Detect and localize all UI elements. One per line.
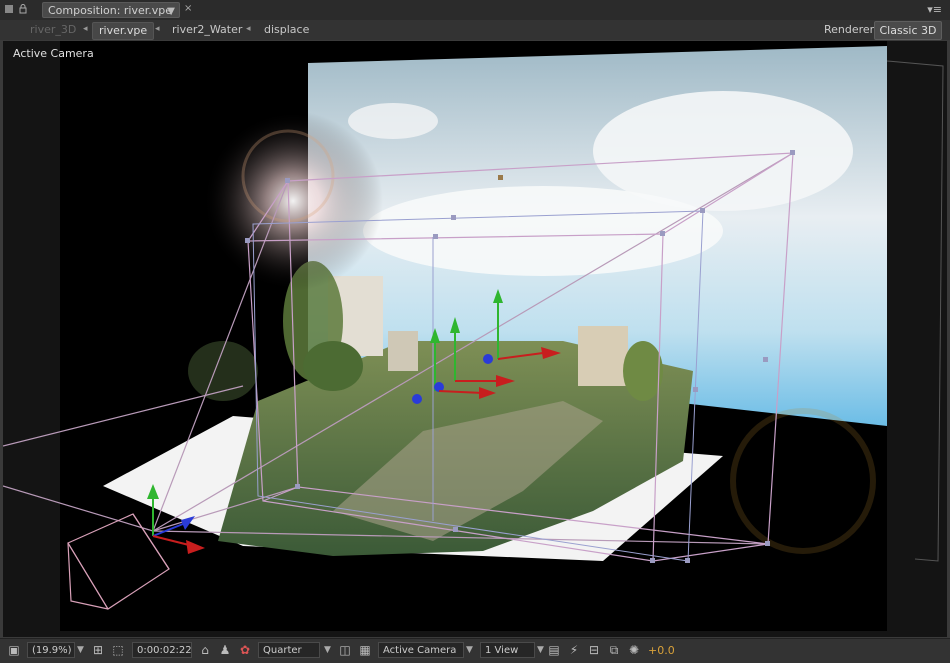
panel-grip-icon[interactable] xyxy=(4,4,14,14)
always-preview-icon[interactable]: ▣ xyxy=(6,642,22,658)
fast-previews-icon[interactable]: ⚡ xyxy=(566,642,582,658)
breadcrumb-item-river-vpe[interactable]: river.vpe xyxy=(92,22,155,40)
transparency-grid-icon[interactable]: ▦ xyxy=(357,642,373,658)
reset-exposure-icon[interactable]: ✺ xyxy=(626,642,642,658)
breadcrumb-arrow-icon: ◂ xyxy=(246,24,251,34)
tab-label: Composition: river.vpe xyxy=(48,4,173,17)
view-layout-dropdown[interactable]: 1 View xyxy=(480,642,535,658)
timeline-icon[interactable]: ⊟ xyxy=(586,642,602,658)
current-time-field[interactable]: 0:00:02:22 xyxy=(132,642,192,658)
view-label: Active Camera xyxy=(13,47,94,60)
snapshot-camera-icon[interactable]: ⌂ xyxy=(197,642,213,658)
breadcrumb-item-displace[interactable]: displace xyxy=(264,22,309,38)
toggle-pixel-aspect-icon[interactable]: ▤ xyxy=(546,642,562,658)
cloud-shape xyxy=(348,103,438,139)
renderer-label: Renderer: xyxy=(824,23,878,36)
building-shape xyxy=(578,326,628,386)
chevron-down-icon[interactable]: ▼ xyxy=(324,642,331,658)
tab-composition-river[interactable]: Composition: river.vpe ▼ xyxy=(42,2,180,18)
panel-menu-icon[interactable]: ▾≡ xyxy=(927,3,942,16)
cloud-shape xyxy=(363,186,723,276)
tab-dropdown-icon[interactable]: ▼ xyxy=(167,4,175,20)
3d-view-dropdown[interactable]: Active Camera xyxy=(378,642,464,658)
lens-flare xyxy=(203,111,383,291)
viewer-toolbar: ▣ (19.9%) ▼ ⊞ ⬚ 0:00:02:22 ⌂ ♟ ✿ Quarter… xyxy=(0,638,950,663)
chevron-down-icon[interactable]: ▼ xyxy=(77,642,84,658)
chevron-down-icon[interactable]: ▼ xyxy=(537,642,544,658)
tab-close-icon[interactable]: × xyxy=(184,3,192,14)
mask-visibility-icon[interactable]: ⬚ xyxy=(110,642,126,658)
composition-tab-bar: Composition: river.vpe ▼ × ▾≡ xyxy=(0,0,950,21)
exposure-value[interactable]: +0.0 xyxy=(648,644,675,657)
scene-canvas[interactable] xyxy=(3,41,947,637)
tree-shape xyxy=(623,341,663,401)
lock-icon[interactable] xyxy=(18,4,28,14)
region-of-interest-icon[interactable]: ◫ xyxy=(337,642,353,658)
magnification-dropdown[interactable]: (19.9%) xyxy=(27,642,75,658)
breadcrumb-item-river2-water[interactable]: river2_Water xyxy=(172,22,242,38)
resolution-dropdown[interactable]: Quarter xyxy=(258,642,320,658)
chevron-down-icon[interactable]: ▼ xyxy=(466,642,473,658)
breadcrumb-item-river-3d[interactable]: river_3D xyxy=(30,22,76,38)
breadcrumb: river_3D ◂ river.vpe ◂ river2_Water ◂ di… xyxy=(0,20,950,40)
tree-shape xyxy=(303,341,363,391)
channel-rgb-icon[interactable]: ✿ xyxy=(237,642,253,658)
grid-guides-icon[interactable]: ⊞ xyxy=(90,642,106,658)
flowchart-icon[interactable]: ⧉ xyxy=(606,642,622,658)
composition-viewer[interactable]: Active Camera xyxy=(3,41,947,637)
renderer-button[interactable]: Classic 3D xyxy=(874,21,942,40)
breadcrumb-arrow-icon: ◂ xyxy=(83,24,88,34)
show-snapshot-icon[interactable]: ♟ xyxy=(217,642,233,658)
building-shape xyxy=(388,331,418,371)
breadcrumb-arrow-icon: ◂ xyxy=(155,24,160,34)
layer-outline xyxy=(886,60,944,562)
